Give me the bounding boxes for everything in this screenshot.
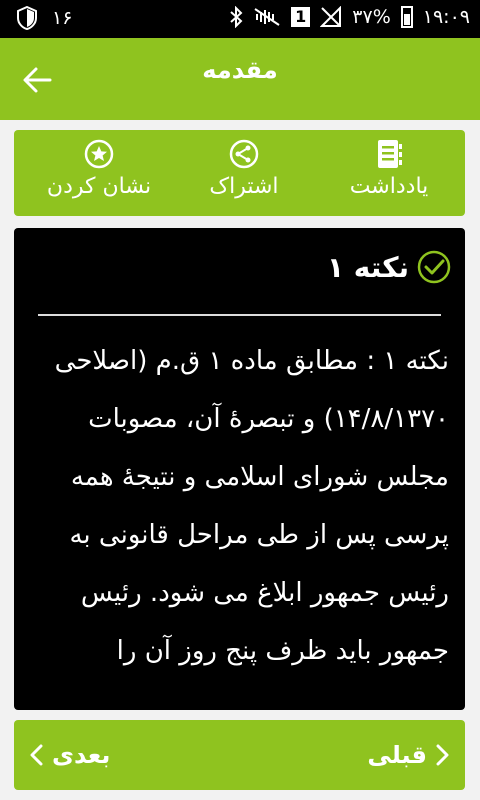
star-circle-icon — [84, 136, 114, 172]
battery-icon — [400, 6, 413, 28]
action-bar: نشان کردن اشتراک یادداشت — [14, 130, 465, 216]
signal-icon — [320, 6, 342, 27]
prev-button[interactable]: قبلی — [367, 734, 451, 776]
prev-label: قبلی — [367, 741, 427, 769]
notification-count: ۱۶ — [52, 7, 73, 29]
mute-icon — [254, 8, 280, 26]
share-label: اشتراک — [209, 174, 279, 199]
status-left: ۱۶ — [16, 6, 72, 30]
next-button[interactable]: بعدی — [28, 734, 110, 776]
status-bar: ۱۶ 1 ۳۷% ۱۹:۰۹ — [0, 0, 480, 38]
divider — [38, 314, 441, 316]
chevron-left-icon — [30, 744, 43, 766]
bluetooth-icon — [230, 6, 243, 28]
page-title: مقدمه — [202, 56, 278, 84]
note-body: نکته ۱ : مطابق ماده ۱ ق.م (اصلاحی ۱۴/۸/۱… — [54, 346, 449, 666]
check-circle-icon — [417, 250, 451, 284]
app-bar: مقدمه — [0, 38, 480, 120]
shield-icon — [17, 6, 37, 30]
bottom-nav: بعدی قبلی — [14, 720, 465, 790]
next-label: بعدی — [52, 741, 111, 769]
note-title: نکته ۱ — [326, 250, 409, 284]
bookmark-button[interactable]: نشان کردن — [24, 136, 174, 212]
notebook-icon — [373, 136, 405, 172]
content-card[interactable]: نکته ۱ نکته ۱ : مطابق ماده ۱ ق.م (اصلاحی… — [14, 228, 465, 710]
status-right: 1 ۳۷% ۱۹:۰۹ — [229, 6, 470, 28]
chevron-right-icon — [436, 744, 449, 766]
share-icon — [229, 136, 259, 172]
note-button[interactable]: یادداشت — [324, 136, 454, 212]
battery-percent: ۳۷% — [352, 6, 391, 28]
note-label: یادداشت — [349, 174, 429, 199]
bookmark-label: نشان کردن — [46, 174, 152, 199]
share-button[interactable]: اشتراک — [184, 136, 304, 212]
clock: ۱۹:۰۹ — [422, 6, 470, 28]
note-heading: نکته ۱ — [327, 250, 451, 284]
sim-badge: 1 — [291, 7, 311, 27]
